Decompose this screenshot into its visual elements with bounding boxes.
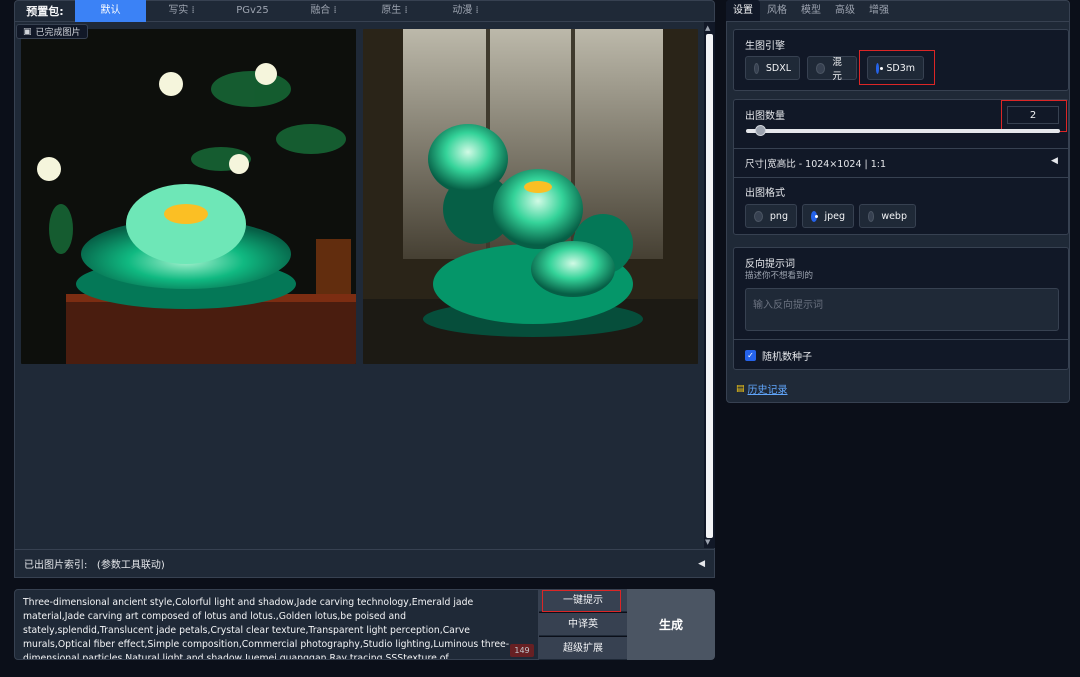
preset-tab-anime[interactable]: 动漫 ⁞: [430, 0, 501, 22]
count-slider[interactable]: [746, 129, 1060, 133]
scroll-down-icon[interactable]: ▼: [705, 538, 710, 546]
count-title: 出图数量: [745, 111, 785, 122]
format-option-jpeg[interactable]: jpeg: [802, 204, 854, 228]
tab-model[interactable]: 模型: [794, 0, 828, 21]
divider: [734, 339, 1068, 340]
preset-label: 预置包:: [26, 5, 64, 18]
preset-tab-fusion[interactable]: 融合 ⁞: [288, 0, 359, 22]
radio-icon: [816, 62, 826, 74]
preset-tabs: 预置包: 默认 写实 ⁞ PGv25 融合 ⁞ 原生 ⁞ 动漫 ⁞: [14, 0, 715, 22]
prompt-textarea[interactable]: Three-dimensional ancient style,Colorful…: [14, 589, 539, 660]
negative-subtitle: 描述你不想看到的: [745, 271, 814, 281]
radio-icon: [754, 210, 763, 222]
history-link[interactable]: ▤ 历史记录: [736, 381, 788, 397]
scroll-up-icon[interactable]: ▲: [705, 24, 710, 32]
size-label[interactable]: 尺寸|宽高比 - 1024×1024 | 1:1: [745, 156, 886, 170]
done-images-badge[interactable]: ▣ 已完成图片: [16, 24, 88, 39]
tab-enhance[interactable]: 增强: [862, 0, 896, 21]
radio-icon: [754, 62, 759, 74]
super-expand-button[interactable]: 超级扩展: [539, 637, 627, 660]
image-icon: ▣: [23, 26, 32, 37]
generated-image-1[interactable]: [21, 29, 356, 364]
image-index-label: 已出图片索引:: [24, 560, 88, 571]
translate-button[interactable]: 中译英: [539, 613, 627, 636]
radio-selected-icon: [811, 210, 819, 222]
highlight-box-count: [1001, 100, 1067, 132]
tab-advanced[interactable]: 高级: [828, 0, 862, 21]
random-seed-label: 随机数种子: [762, 352, 812, 363]
done-images-label: 已完成图片: [35, 28, 81, 38]
history-icon: ▤: [736, 383, 745, 394]
jade-lotus-image-1: [21, 29, 356, 364]
engine-option-sdxl[interactable]: SDXL: [745, 56, 800, 80]
engine-title: 生图引擎: [745, 41, 785, 52]
divider: [734, 177, 1068, 178]
negative-prompt-input[interactable]: 输入反向提示词: [745, 288, 1059, 331]
preset-tab-default[interactable]: 默认: [75, 0, 146, 22]
settings-tabs: 设置 风格 模型 高级 增强: [726, 0, 1070, 22]
highlight-box-one-click: [542, 590, 621, 612]
format-option-webp[interactable]: webp: [859, 204, 916, 228]
radio-icon: [868, 210, 875, 222]
jade-lotus-image-2: [363, 29, 698, 364]
generated-image-2[interactable]: [363, 29, 698, 364]
negative-title: 反向提示词: [745, 259, 795, 270]
image-index-hint: (参数工具联动): [96, 560, 165, 571]
tab-settings[interactable]: 设置: [726, 0, 760, 21]
history-label: 历史记录: [747, 385, 788, 396]
prompt-char-count: 149: [510, 644, 534, 657]
count-slider-handle[interactable]: [755, 125, 766, 136]
format-option-png[interactable]: png: [745, 204, 797, 228]
image-index-row[interactable]: 已出图片索引: (参数工具联动) ◀: [14, 549, 715, 577]
random-seed-checkbox[interactable]: ✓ 随机数种子: [745, 348, 812, 363]
divider: [734, 148, 1068, 149]
scrollbar-thumb[interactable]: [706, 34, 713, 538]
check-icon: ✓: [745, 350, 756, 361]
format-title: 出图格式: [745, 188, 785, 199]
tab-style[interactable]: 风格: [760, 0, 794, 21]
preset-tab-realistic[interactable]: 写实 ⁞: [146, 0, 217, 22]
size-collapse-icon[interactable]: ◀: [1051, 156, 1058, 166]
preset-tab-pgv25[interactable]: PGv25: [217, 0, 288, 22]
engine-option-hunyuan[interactable]: 混元: [807, 56, 857, 82]
generate-button[interactable]: 生成: [627, 589, 715, 660]
collapse-triangle-icon[interactable]: ◀: [698, 559, 705, 569]
highlight-box-engine: [859, 50, 935, 85]
preset-tab-native[interactable]: 原生 ⁞: [359, 0, 430, 22]
